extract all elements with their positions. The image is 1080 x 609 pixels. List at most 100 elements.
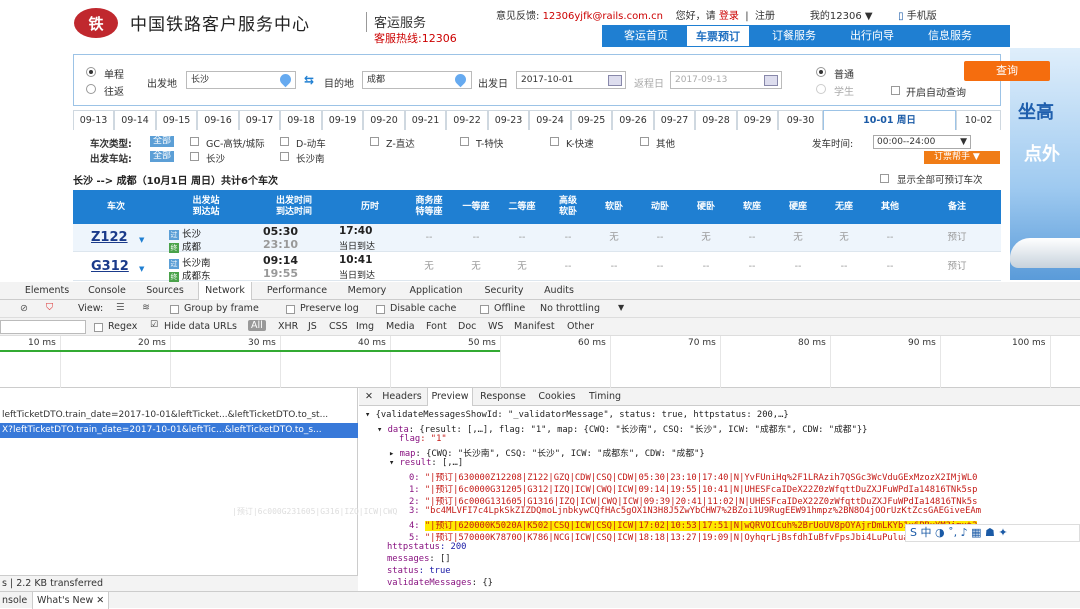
- oneway-radio[interactable]: [86, 67, 96, 77]
- chevron-down-icon[interactable]: ▼: [139, 236, 144, 244]
- tab-timing[interactable]: Timing: [585, 388, 625, 406]
- date-tab[interactable]: 09-27: [654, 110, 695, 130]
- station-all[interactable]: 全部: [150, 151, 175, 162]
- tab-network[interactable]: Network: [198, 282, 252, 300]
- my12306-menu[interactable]: 我的12306: [810, 11, 862, 22]
- tab-security[interactable]: Security: [480, 282, 528, 300]
- tab-performance[interactable]: Performance: [262, 282, 332, 300]
- drawer-tab-whats-new[interactable]: What's New ✕: [32, 592, 110, 609]
- date-tab[interactable]: 09-24: [529, 110, 571, 130]
- type-checkbox[interactable]: [460, 137, 469, 146]
- train-number-link[interactable]: Z122: [91, 230, 128, 245]
- json-data[interactable]: ▾ data: {result: [,…], flag: "1", map: {…: [377, 422, 867, 435]
- date-tab[interactable]: 09-19: [322, 110, 363, 130]
- date-tab[interactable]: 09-25: [571, 110, 612, 130]
- book-button[interactable]: 预订: [913, 224, 1001, 252]
- col-header-sortable[interactable]: 历时: [335, 190, 405, 224]
- filter-doc[interactable]: Doc: [458, 321, 476, 332]
- date-tab[interactable]: 09-21: [405, 110, 446, 130]
- roundtrip-radio[interactable]: [86, 84, 96, 94]
- hide-data-urls-checkbox[interactable]: ☑: [150, 320, 158, 330]
- tab-cookies[interactable]: Cookies: [535, 388, 579, 406]
- date-tab[interactable]: 09-28: [695, 110, 737, 130]
- drawer-tab-console[interactable]: nsole: [2, 592, 27, 609]
- close-icon[interactable]: ✕: [363, 388, 375, 406]
- filter-other[interactable]: Other: [567, 321, 594, 332]
- tab-headers[interactable]: Headers: [379, 388, 425, 406]
- group-by-frame-checkbox[interactable]: [170, 305, 179, 314]
- type-checkbox[interactable]: [190, 137, 199, 146]
- nav-home[interactable]: 客运首页: [612, 25, 680, 47]
- railway-logo[interactable]: 铁: [74, 8, 118, 38]
- query-button[interactable]: 查询: [964, 61, 1050, 81]
- nav-info-service[interactable]: 信息服务: [914, 25, 986, 47]
- date-tab[interactable]: 09-16: [197, 110, 239, 130]
- filter-media[interactable]: Media: [386, 321, 415, 332]
- nav-meal-service[interactable]: 订餐服务: [760, 25, 828, 47]
- station-checkbox[interactable]: [280, 152, 289, 161]
- filter-all[interactable]: All: [248, 320, 266, 331]
- date-tab[interactable]: 09-20: [363, 110, 405, 130]
- type-checkbox[interactable]: [280, 137, 289, 146]
- chevron-down-icon[interactable]: ▼: [865, 11, 873, 22]
- list-view-icon[interactable]: ☰: [116, 302, 125, 313]
- filter-js[interactable]: JS: [308, 321, 317, 332]
- tab-sources[interactable]: Sources: [142, 282, 188, 300]
- tab-response[interactable]: Response: [477, 388, 529, 406]
- depart-time-select[interactable]: 00:00--24:00 ▼: [873, 135, 971, 149]
- date-tab[interactable]: 10-02: [956, 110, 1001, 130]
- nav-travel-guide[interactable]: 出行向导: [838, 25, 906, 47]
- request-row[interactable]: leftTicketDTO.train_date=2017-10-01&left…: [0, 408, 358, 423]
- tab-application[interactable]: Application: [404, 282, 468, 300]
- filter-icon[interactable]: ⛉: [46, 302, 53, 313]
- tab-memory[interactable]: Memory: [342, 282, 392, 300]
- nav-ticket-booking[interactable]: 车票预订: [686, 25, 750, 47]
- filter-font[interactable]: Font: [426, 321, 447, 332]
- train-number-link[interactable]: G312: [91, 259, 129, 274]
- date-tab[interactable]: 09-30: [778, 110, 823, 130]
- register-link[interactable]: 注册: [755, 11, 775, 22]
- result-item[interactable]: 3: "bc4MLVFI7c4LpkSkZIZDQmoLjnbkywCQfHAc…: [409, 506, 981, 516]
- chevron-down-icon[interactable]: ▼: [618, 303, 624, 312]
- student-ticket-radio[interactable]: [816, 84, 826, 94]
- calendar-icon[interactable]: [608, 75, 622, 86]
- normal-ticket-radio[interactable]: [816, 67, 826, 77]
- chevron-down-icon[interactable]: ▼: [139, 265, 144, 273]
- date-tab[interactable]: 09-23: [488, 110, 529, 130]
- station-checkbox[interactable]: [190, 152, 199, 161]
- preserve-log-checkbox[interactable]: [286, 305, 295, 314]
- col-header-sortable[interactable]: 出发时间 到达时间: [253, 190, 335, 224]
- col-header[interactable]: 出发站 到达站: [159, 190, 253, 224]
- filter-input[interactable]: [0, 320, 86, 334]
- offline-checkbox[interactable]: [480, 305, 489, 314]
- filter-css[interactable]: CSS: [329, 321, 348, 332]
- throttling-select[interactable]: No throttling: [540, 303, 600, 314]
- login-link[interactable]: 登录: [719, 11, 739, 22]
- date-tab[interactable]: 09-22: [446, 110, 488, 130]
- booking-helper-button[interactable]: 订票帮手 ▼: [924, 151, 1000, 164]
- date-tab[interactable]: 09-17: [239, 110, 280, 130]
- regex-checkbox[interactable]: [94, 323, 103, 332]
- close-icon[interactable]: ✕: [96, 595, 104, 606]
- filter-img[interactable]: Img: [356, 321, 374, 332]
- tab-audits[interactable]: Audits: [538, 282, 580, 300]
- swap-icon[interactable]: ⇆: [304, 73, 314, 87]
- calendar-icon[interactable]: [764, 75, 778, 86]
- ime-toolbar[interactable]: S 中 ◑ ˚, ♪ ▦ ☗ ✦: [905, 524, 1080, 542]
- filter-xhr[interactable]: XHR: [278, 321, 298, 332]
- filter-ws[interactable]: WS: [488, 321, 503, 332]
- book-button[interactable]: 预订: [913, 253, 1001, 281]
- filter-manifest[interactable]: Manifest: [514, 321, 555, 332]
- date-tab[interactable]: 09-18: [280, 110, 322, 130]
- date-tab[interactable]: 09-29: [737, 110, 778, 130]
- date-tab[interactable]: 09-15: [156, 110, 197, 130]
- tab-elements[interactable]: Elements: [22, 282, 72, 300]
- show-all-checkbox[interactable]: [880, 174, 889, 183]
- date-tab-selected[interactable]: 10-01 周日: [823, 110, 956, 130]
- type-checkbox[interactable]: [640, 137, 649, 146]
- train-type-all[interactable]: 全部: [150, 136, 175, 147]
- date-tab[interactable]: 09-14: [114, 110, 156, 130]
- type-checkbox[interactable]: [370, 137, 379, 146]
- json-root[interactable]: ▾ {validateMessagesShowId: "_validatorMe…: [365, 410, 789, 420]
- disable-cache-checkbox[interactable]: [376, 305, 385, 314]
